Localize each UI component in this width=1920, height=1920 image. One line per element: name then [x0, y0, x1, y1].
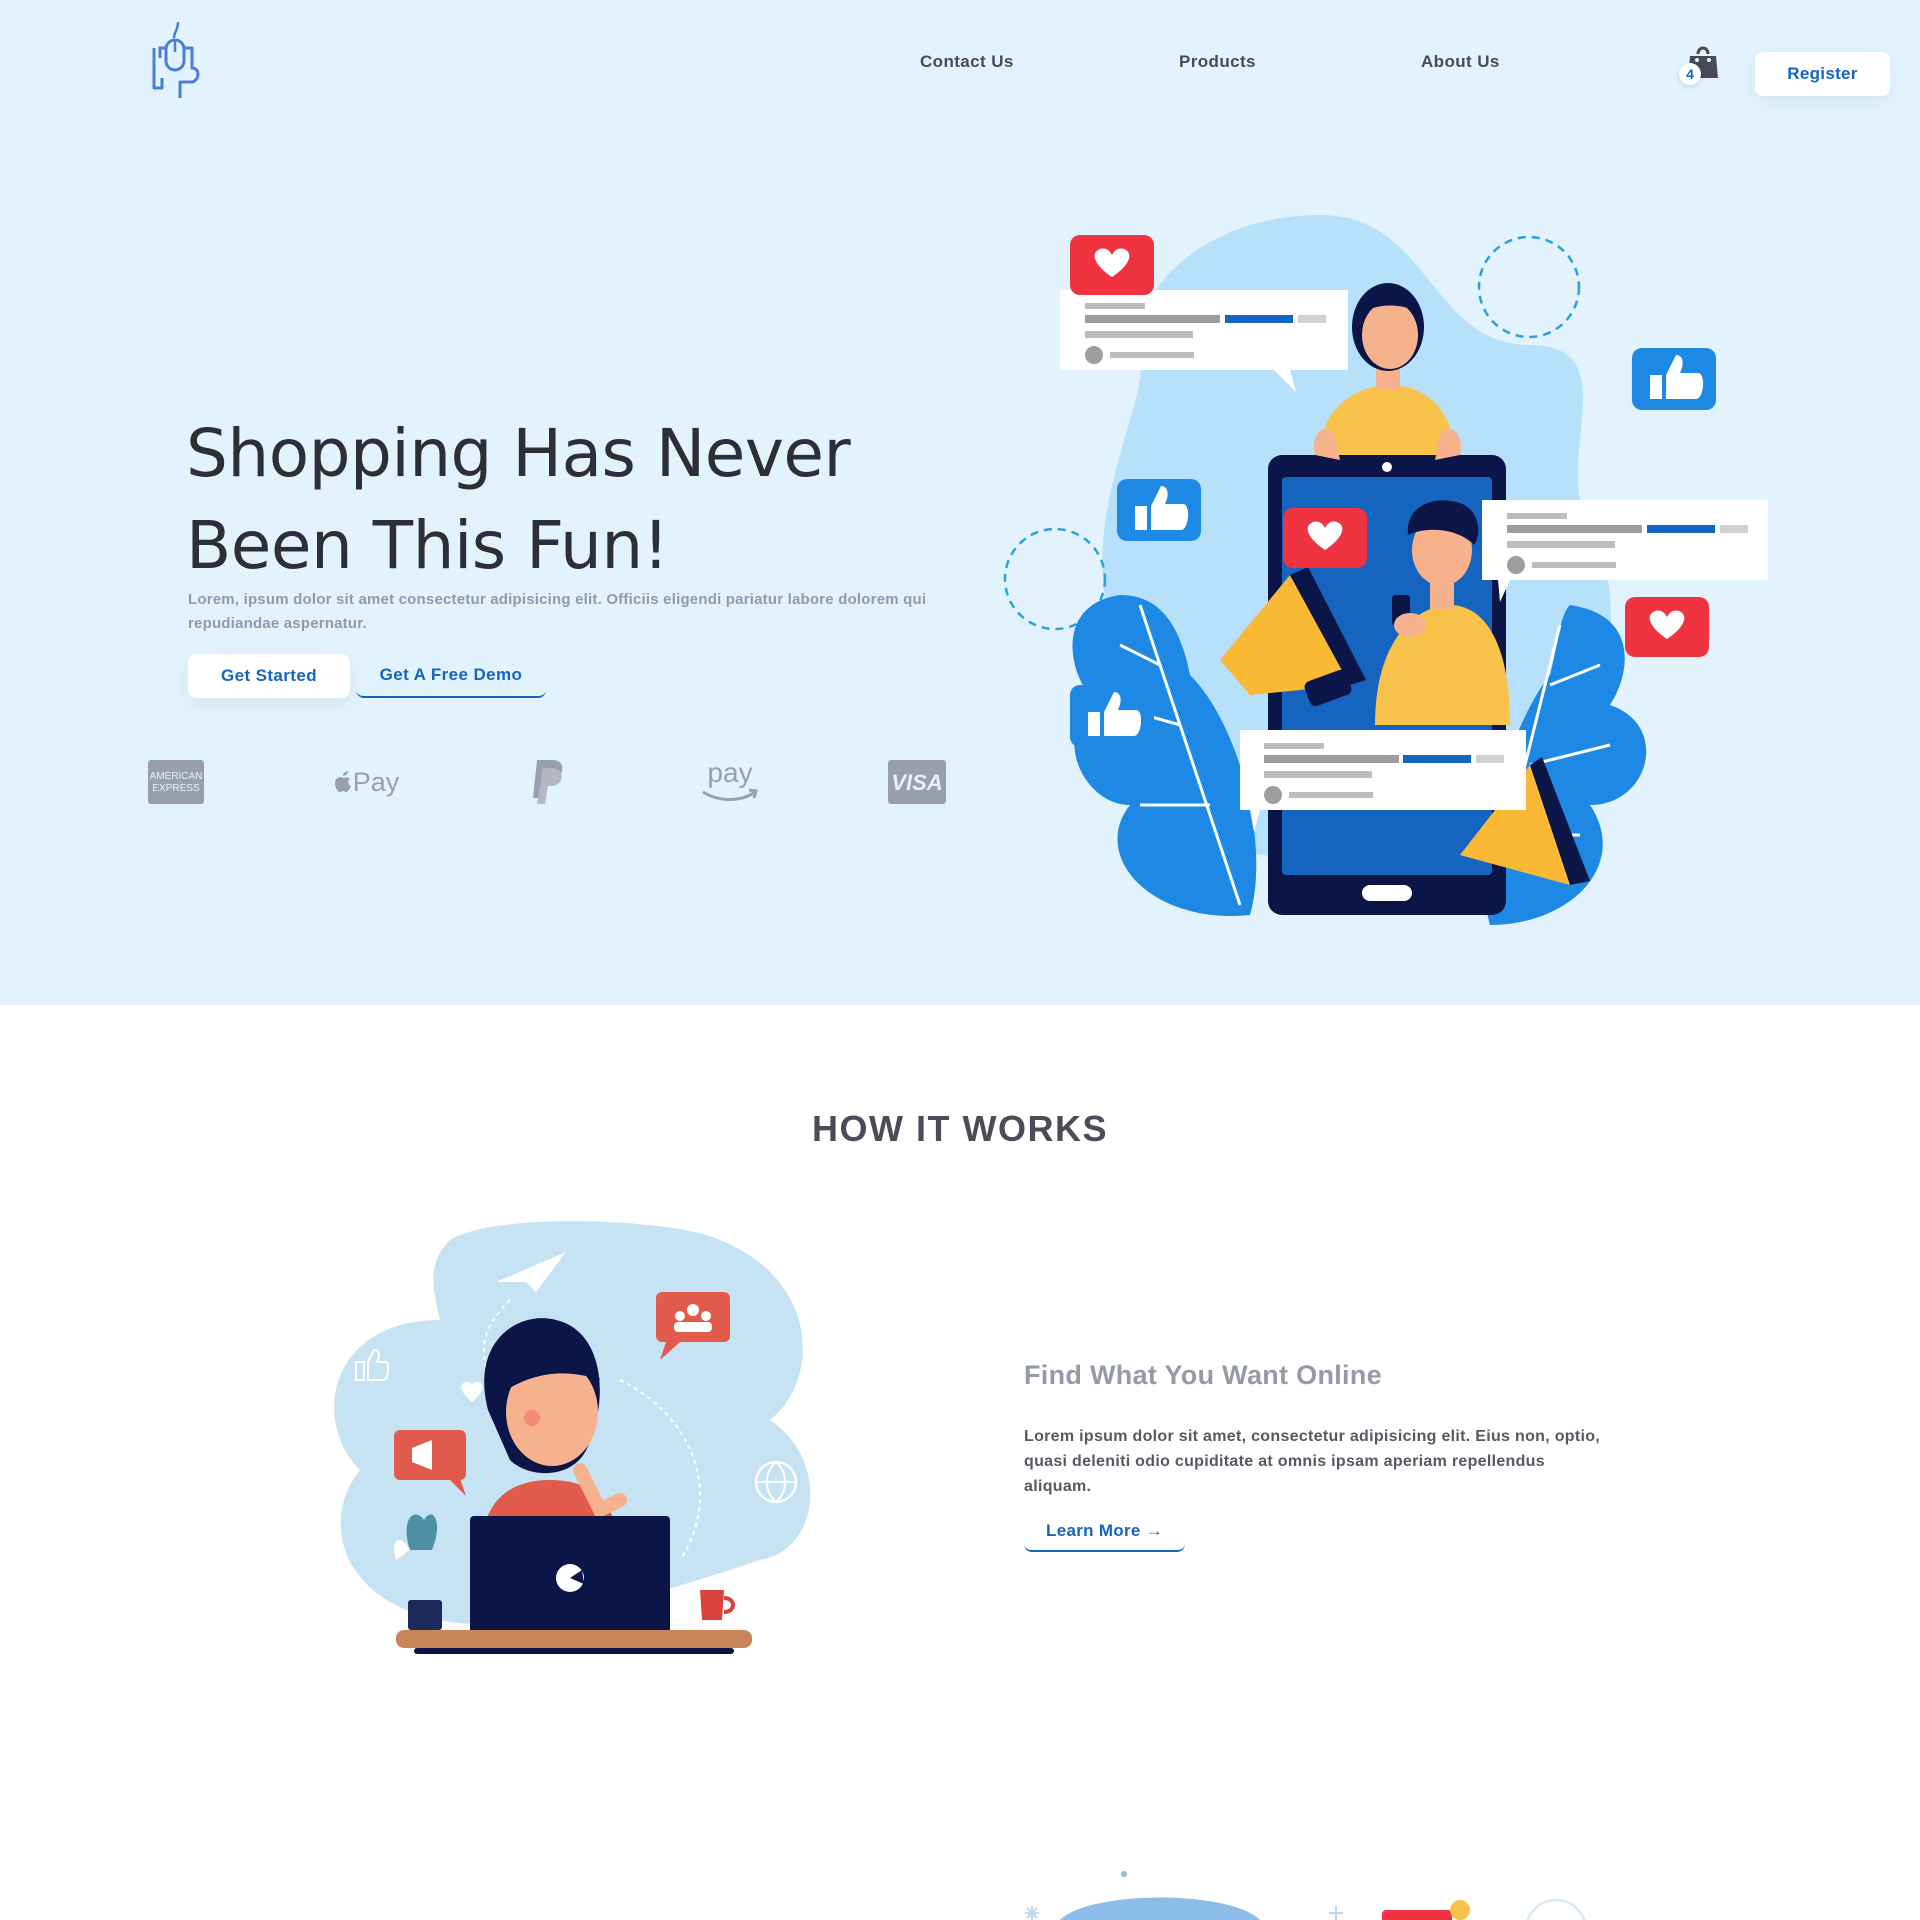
visa-text: VISA	[891, 770, 942, 795]
thumbs-up-badge	[1117, 479, 1201, 541]
visa-logo: VISA	[888, 756, 946, 808]
heart-badge	[1625, 597, 1709, 657]
hero-title-line1: Shopping Has Never	[186, 415, 851, 492]
thumbs-up-badge	[1632, 348, 1716, 410]
nav-link-contact-us[interactable]: Contact Us	[920, 52, 1014, 72]
amex-text-line1: AMERICAN	[150, 771, 203, 782]
woman-thinking-illustration	[334, 1221, 811, 1654]
free-demo-button[interactable]: Get A Free Demo	[356, 654, 546, 698]
paypal-logo	[522, 756, 572, 808]
cart-count-badge: 4	[1679, 63, 1701, 85]
hero-subtitle: Lorem, ipsum dolor sit amet consectetur …	[188, 591, 927, 632]
american-express-logo: AMERICAN EXPRESS	[148, 756, 204, 808]
hero-title: Shopping Has Never Been This Fun!	[186, 408, 906, 592]
apple-icon	[334, 771, 351, 792]
how-it-works-title: HOW IT WORKS	[812, 1108, 1108, 1149]
get-started-button[interactable]: Get Started	[188, 654, 350, 698]
heart-badge	[1283, 508, 1367, 568]
heart-badge	[1070, 235, 1154, 295]
next-section-illustration	[1025, 1871, 1586, 1920]
register-button[interactable]: Register	[1755, 52, 1890, 96]
nav-link-about-us[interactable]: About Us	[1421, 52, 1500, 72]
thumbs-up-badge	[1070, 685, 1154, 747]
amazon-pay-text: pay	[707, 758, 752, 788]
hero-title-line2: Been This Fun!	[186, 507, 669, 584]
apple-pay-logo: Pay	[330, 756, 404, 808]
feature-title: Find What You Want Online	[1024, 1360, 1382, 1390]
feature-description: Lorem ipsum dolor sit amet, consectetur …	[1024, 1428, 1601, 1495]
social-shopping-illustration	[1003, 215, 1768, 925]
nav-link-products[interactable]: Products	[1179, 52, 1256, 72]
amex-text-line2: EXPRESS	[152, 783, 200, 794]
apple-pay-text: Pay	[352, 766, 400, 797]
learn-more-link[interactable]: Learn More →	[1024, 1512, 1185, 1552]
amazon-pay-logo: pay	[692, 756, 768, 808]
main-nav: Contact Us Products About Us	[0, 52, 1920, 82]
